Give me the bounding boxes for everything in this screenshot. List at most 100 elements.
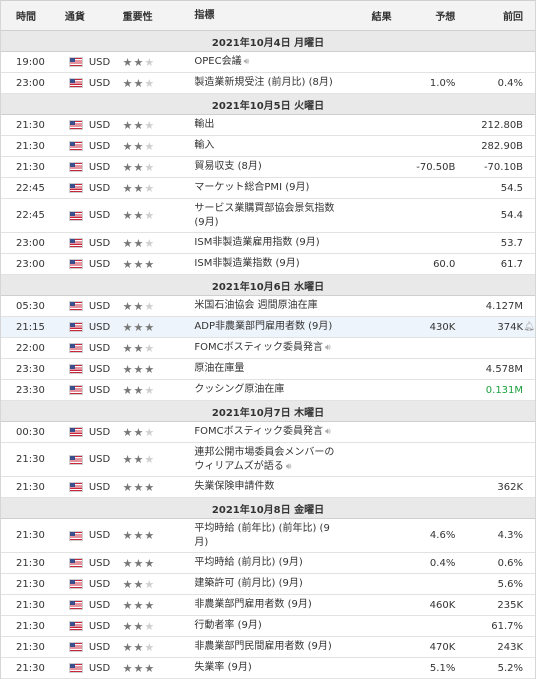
- indicator-name[interactable]: 原油在庫量: [194, 363, 244, 374]
- event-indicator[interactable]: ISM非製造業指数 (9月): [182, 257, 341, 271]
- event-row[interactable]: 21:30 USD ★ ★ ★ 貿易収支 (8月) -70.50B -70.10B: [1, 157, 535, 178]
- event-row[interactable]: 22:00 USD ★ ★ ★ FOMCボスティック委員発言 🔊︎: [1, 338, 535, 359]
- indicator-name[interactable]: 建築許可 (前月比) (9月): [194, 578, 302, 589]
- importance-rating: ★ ★ ★: [111, 621, 183, 632]
- event-row[interactable]: 21:30 USD ★ ★ ★ 輸入 282.90B: [1, 136, 535, 157]
- indicator-name[interactable]: ISM非製造業雇用指数 (9月): [194, 237, 319, 248]
- event-indicator[interactable]: 製造業新規受注 (前月比) (8月): [182, 76, 341, 90]
- event-indicator[interactable]: ADP非農業部門雇用者数 (9月): [182, 320, 341, 334]
- event-row[interactable]: 21:30 USD ★ ★ ★ 非農業部門民間雇用者数 (9月) 470K 243K: [1, 637, 535, 658]
- event-indicator[interactable]: ISM非製造業雇用指数 (9月): [182, 236, 341, 250]
- event-row[interactable]: 22:45 USD ★ ★ ★ マーケット総合PMI (9月) 54.5: [1, 178, 535, 199]
- importance-rating: ★ ★ ★: [111, 183, 183, 194]
- event-indicator[interactable]: FOMCボスティック委員発言 🔊︎: [182, 341, 341, 355]
- event-row[interactable]: 23:00 USD ★ ★ ★ ISM非製造業雇用指数 (9月) 53.7: [1, 233, 535, 254]
- event-indicator[interactable]: 輸入: [182, 139, 341, 153]
- event-row[interactable]: 22:45 USD ★ ★ ★ サービス業購買部協会景気指数 (9月) 54.4: [1, 199, 535, 233]
- event-indicator[interactable]: 輸出: [182, 118, 341, 132]
- header-forecast[interactable]: 予想: [392, 8, 455, 23]
- event-indicator[interactable]: 非農業部門民間雇用者数 (9月): [182, 640, 341, 654]
- event-indicator[interactable]: OPEC会議 🔊︎: [182, 55, 341, 69]
- indicator-name[interactable]: FOMCボスティック委員発言: [194, 426, 323, 437]
- us-flag-icon: [68, 141, 83, 151]
- indicator-name[interactable]: OPEC会議: [194, 56, 241, 67]
- event-row[interactable]: 00:30 USD ★ ★ ★ FOMCボスティック委員発言 🔊︎: [1, 422, 535, 443]
- indicator-name[interactable]: 輸出: [194, 119, 214, 130]
- indicator-name[interactable]: 非農業部門雇用者数 (9月): [194, 599, 311, 610]
- indicator-name[interactable]: クッシング原油在庫: [194, 384, 284, 395]
- event-row[interactable]: 21:30 USD ★ ★ ★ 建築許可 (前月比) (9月) 5.6%: [1, 574, 535, 595]
- event-row[interactable]: 19:00 USD ★ ★ ★ OPEC会議 🔊︎: [1, 52, 535, 73]
- event-row[interactable]: 23:30 USD ★ ★ ★ クッシング原油在庫 0.131M: [1, 380, 535, 401]
- indicator-name[interactable]: 連邦公開市場委員会メンバーのウィリアムズが語る: [194, 447, 334, 472]
- star-icon: ★: [144, 257, 155, 271]
- event-indicator[interactable]: クッシング原油在庫: [182, 383, 341, 397]
- event-indicator[interactable]: 貿易収支 (8月): [182, 160, 341, 174]
- event-currency: USD: [59, 322, 111, 333]
- event-row[interactable]: 23:30 USD ★ ★ ★ 原油在庫量 4.578M: [1, 359, 535, 380]
- indicator-name[interactable]: サービス業購買部協会景気指数 (9月): [194, 203, 334, 228]
- indicator-name[interactable]: 米国石油協会 週間原油在庫: [194, 300, 317, 311]
- event-indicator[interactable]: マーケット総合PMI (9月): [182, 181, 341, 195]
- event-row[interactable]: 05:30 USD ★ ★ ★ 米国石油協会 週間原油在庫 4.127M: [1, 296, 535, 317]
- star-icon: ★: [144, 383, 155, 397]
- event-indicator[interactable]: 連邦公開市場委員会メンバーのウィリアムズが語る 🔊︎: [182, 446, 341, 474]
- indicator-name[interactable]: ISM非製造業指数 (9月): [194, 258, 299, 269]
- event-indicator[interactable]: 失業率 (9月): [182, 661, 341, 675]
- date-separator: 2021年10月8日 金曜日: [1, 498, 535, 519]
- star-icon: ★: [122, 556, 133, 570]
- indicator-name[interactable]: 非農業部門民間雇用者数 (9月): [194, 641, 331, 652]
- indicator-name[interactable]: ADP非農業部門雇用者数 (9月): [194, 321, 332, 332]
- event-indicator[interactable]: 原油在庫量: [182, 362, 341, 376]
- indicator-name[interactable]: 平均時給 (前月比) (9月): [194, 557, 302, 568]
- bell-plus-icon[interactable]: 🔔︎: [523, 322, 535, 332]
- event-indicator[interactable]: FOMCボスティック委員発言 🔊︎: [182, 425, 341, 439]
- event-row[interactable]: 21:30 USD ★ ★ ★ 平均時給 (前年比) (前年比) (9月) 4.6% 4.3%: [1, 519, 535, 553]
- event-indicator[interactable]: 非農業部門雇用者数 (9月): [182, 598, 341, 612]
- star-icon: ★: [122, 236, 133, 250]
- event-indicator[interactable]: 建築許可 (前月比) (9月): [182, 577, 341, 591]
- economic-calendar-table: 時間 通貨 重要性 指標 結果 予想 前回 2021年10月4日 月曜日 19:0…: [0, 0, 536, 679]
- indicator-name[interactable]: 失業保険申請件数: [194, 481, 274, 492]
- event-row[interactable]: 21:30 USD ★ ★ ★ 輸出 212.80B: [1, 115, 535, 136]
- event-row[interactable]: 21:15 USD ★ ★ ★ ADP非農業部門雇用者数 (9月) 430K 374K 🔔︎: [1, 317, 535, 338]
- indicator-name[interactable]: FOMCボスティック委員発言: [194, 342, 323, 353]
- star-icon: ★: [122, 619, 133, 633]
- star-icon: ★: [122, 383, 133, 397]
- event-currency: USD: [59, 183, 111, 194]
- event-time: 23:30: [16, 363, 45, 375]
- header-currency[interactable]: 通貨: [59, 8, 111, 23]
- us-flag-icon: [68, 78, 83, 88]
- event-indicator[interactable]: 失業保険申請件数: [182, 480, 341, 494]
- event-indicator[interactable]: サービス業購買部協会景気指数 (9月): [182, 202, 341, 230]
- star-icon: ★: [122, 480, 133, 494]
- event-row[interactable]: 23:00 USD ★ ★ ★ ISM非製造業指数 (9月) 60.0 61.7: [1, 254, 535, 275]
- indicator-name[interactable]: マーケット総合PMI (9月): [194, 182, 309, 193]
- event-indicator[interactable]: 平均時給 (前年比) (前年比) (9月): [182, 522, 341, 550]
- event-row[interactable]: 21:30 USD ★ ★ ★ 行動者率 (9月) 61.7%: [1, 616, 535, 637]
- header-indicator[interactable]: 指標: [182, 9, 341, 23]
- header-previous[interactable]: 前回: [455, 8, 523, 23]
- indicator-name[interactable]: 輸入: [194, 140, 214, 151]
- indicator-name[interactable]: 平均時給 (前年比) (前年比) (9月): [194, 523, 329, 548]
- header-importance[interactable]: 重要性: [111, 8, 183, 23]
- indicator-name[interactable]: 行動者率 (9月): [194, 620, 261, 631]
- event-row[interactable]: 23:00 USD ★ ★ ★ 製造業新規受注 (前月比) (8月) 1.0% 0.4%: [1, 73, 535, 94]
- importance-rating: ★ ★ ★: [111, 259, 183, 270]
- indicator-name[interactable]: 貿易収支 (8月): [194, 161, 261, 172]
- event-row[interactable]: 21:30 USD ★ ★ ★ 平均時給 (前月比) (9月) 0.4% 0.6%: [1, 553, 535, 574]
- event-indicator[interactable]: 米国石油協会 週間原油在庫: [182, 299, 341, 313]
- importance-rating: ★ ★ ★: [111, 579, 183, 590]
- header-time[interactable]: 時間: [1, 8, 59, 23]
- star-icon: ★: [133, 341, 144, 355]
- event-row[interactable]: 21:30 USD ★ ★ ★ 失業率 (9月) 5.1% 5.2%: [1, 658, 535, 679]
- star-icon: ★: [133, 661, 144, 675]
- header-result[interactable]: 結果: [342, 8, 392, 23]
- event-indicator[interactable]: 行動者率 (9月): [182, 619, 341, 633]
- event-indicator[interactable]: 平均時給 (前月比) (9月): [182, 556, 341, 570]
- event-row[interactable]: 21:30 USD ★ ★ ★ 非農業部門雇用者数 (9月) 460K 235K: [1, 595, 535, 616]
- event-row[interactable]: 21:30 USD ★ ★ ★ 失業保険申請件数 362K: [1, 477, 535, 498]
- currency-code: USD: [88, 426, 111, 438]
- event-row[interactable]: 21:30 USD ★ ★ ★ 連邦公開市場委員会メンバーのウィリアムズが語る 🔊︎: [1, 443, 535, 477]
- indicator-name[interactable]: 製造業新規受注 (前月比) (8月): [194, 77, 332, 88]
